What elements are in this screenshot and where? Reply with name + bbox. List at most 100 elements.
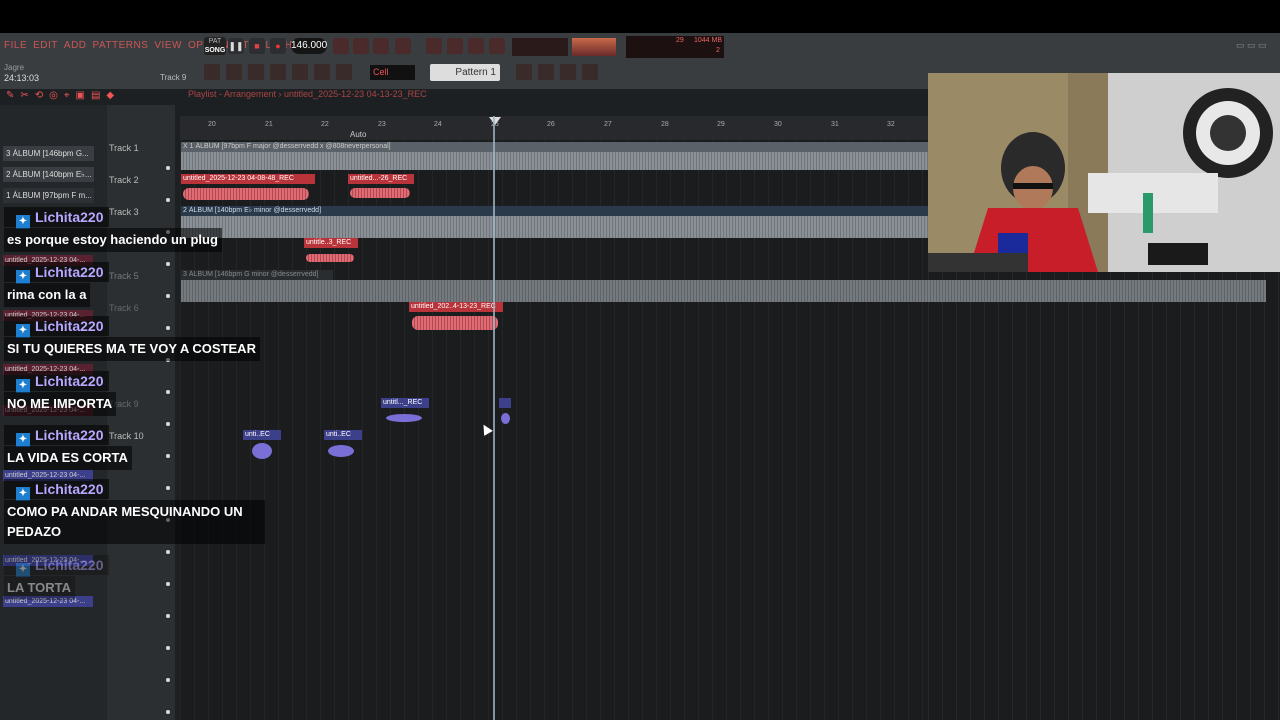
playlist-tools[interactable]: ✎✂⟲◎⌖▣▤◆ (6, 90, 120, 101)
audio-clip-waveform[interactable] (386, 414, 422, 422)
pattern-tool-1[interactable] (516, 64, 532, 80)
audio-clip-label[interactable]: unti..EC (324, 430, 362, 440)
pat-song-toggle[interactable]: PAT SONG (204, 37, 226, 55)
tool-icon-5[interactable] (292, 64, 308, 80)
menu-file[interactable]: FILE (4, 40, 27, 51)
browser-icon[interactable] (489, 38, 505, 54)
tool-icon-4[interactable] (270, 64, 286, 80)
mode-pat-label: PAT (208, 38, 222, 45)
chat-message: es porque estoy haciendo un plug (4, 228, 222, 252)
audio-clip-label[interactable]: untitle..3_REC (304, 238, 358, 248)
chat-username-text: Lichita220 (35, 318, 104, 334)
track-label[interactable]: Track 3 (109, 207, 139, 217)
track-led[interactable] (166, 550, 170, 554)
menu-add[interactable]: ADD (64, 40, 87, 51)
bar-tick: 23 (378, 121, 386, 128)
playhead-line[interactable] (493, 116, 495, 720)
chat-badge-icon: ✦ (16, 379, 30, 393)
audio-clip-waveform[interactable] (252, 443, 272, 459)
audio-clip-label[interactable] (499, 398, 511, 408)
track-label[interactable]: Track 5 (109, 271, 139, 281)
chat-username: ✦ Lichita220 (4, 479, 110, 501)
bar-tick: 22 (321, 121, 329, 128)
audio-clip-label[interactable]: untitled_202..4-13-23_REC (409, 302, 503, 312)
track-led[interactable] (166, 422, 170, 426)
audio-clip-waveform[interactable] (350, 188, 410, 198)
record-button[interactable]: ● (270, 38, 286, 54)
stop-button[interactable]: ■ (249, 38, 265, 54)
countdown-icon[interactable] (373, 38, 389, 54)
pattern-tool-3[interactable] (560, 64, 576, 80)
metronome-icon[interactable] (333, 38, 349, 54)
audio-clip-label[interactable]: untitled...-26_REC (348, 174, 414, 184)
audio-clip-waveform[interactable] (181, 216, 928, 238)
timeline-ruler[interactable] (180, 116, 928, 140)
arrangement-grid-right[interactable] (928, 272, 1280, 720)
track-led[interactable] (166, 454, 170, 458)
track-led[interactable] (166, 614, 170, 618)
audio-clip-waveform[interactable] (181, 152, 928, 170)
audio-clip-label[interactable]: X 1 ÁLBUM [97bpm F major @desserrvedd x … (181, 142, 930, 152)
mixer-icon[interactable] (426, 38, 442, 54)
track-led[interactable] (166, 198, 170, 202)
tempo-display[interactable]: 146.000 (291, 38, 327, 54)
pause-button[interactable]: ❚❚ (228, 38, 244, 54)
wait-input-icon[interactable] (353, 38, 369, 54)
audio-clip-label[interactable]: 2 ÁLBUM [140bpm E♭ minor @desserrvedd] (181, 206, 930, 216)
tool-icon-1[interactable] (204, 64, 220, 80)
audio-clip-waveform[interactable] (412, 316, 498, 330)
track-led[interactable] (166, 294, 170, 298)
audio-clip-label[interactable]: unti..EC (243, 430, 281, 440)
audio-clip-waveform[interactable] (181, 280, 1266, 302)
pattern-tool-4[interactable] (582, 64, 598, 80)
mic-icon[interactable] (336, 64, 352, 80)
chat-username-text: Lichita220 (35, 373, 104, 389)
track-label[interactable]: Track 6 (109, 303, 139, 313)
track-led[interactable] (166, 486, 170, 490)
track-led[interactable] (166, 582, 170, 586)
pattern-selector[interactable]: Pattern 1 (430, 64, 500, 81)
track-led[interactable] (166, 646, 170, 650)
track-led[interactable] (166, 262, 170, 266)
pattern-tool-2[interactable] (538, 64, 554, 80)
menu-patterns[interactable]: PATTERNS (93, 40, 149, 51)
audio-clip-waveform[interactable] (501, 413, 510, 424)
track-led[interactable] (166, 390, 170, 394)
window-controls[interactable]: ▭ ▭ ▭ (1236, 40, 1267, 51)
album-item-3[interactable]: 3 ÁLBUM [146bpm G... (3, 146, 94, 161)
loop-record-icon[interactable] (395, 38, 411, 54)
track-label[interactable]: Track 1 (109, 143, 139, 153)
bar-tick: 24 (434, 121, 442, 128)
chat-badge-icon: ✦ (16, 487, 30, 501)
menu-view[interactable]: VIEW (154, 40, 182, 51)
chat-message: LA TORTA (4, 576, 76, 600)
tool-icon-2[interactable] (226, 64, 242, 80)
track-hint: Track 9 (160, 73, 187, 82)
album-item-1[interactable]: 1 ÁLBUM [97bpm F m... (3, 188, 94, 203)
snap-select[interactable]: Cell (370, 65, 415, 80)
mode-song-label: SONG (204, 47, 226, 54)
tool-icon-6[interactable] (314, 64, 330, 80)
audio-clip-label[interactable]: untitl..._REC (381, 398, 429, 408)
track-led[interactable] (166, 710, 170, 714)
album-item-2[interactable]: 2 ÁLBUM [140bpm E♭... (3, 167, 94, 182)
audio-clip-label[interactable]: untitled_2025-12-23 04-08-48_REC (181, 174, 315, 184)
channel-rack-icon[interactable] (447, 38, 463, 54)
track-led[interactable] (166, 326, 170, 330)
bar-tick: 32 (887, 121, 895, 128)
tool-icon-3[interactable] (248, 64, 264, 80)
bar-tick: 26 (547, 121, 555, 128)
track-label[interactable]: Track 2 (109, 175, 139, 185)
chat-username-text: Lichita220 (35, 557, 104, 573)
track-label[interactable]: Track 10 (109, 431, 144, 441)
audio-clip-waveform[interactable] (183, 188, 309, 200)
playhead-marker-icon[interactable] (489, 117, 501, 125)
audio-clip-waveform[interactable] (328, 445, 354, 457)
chat-badge-icon: ✦ (16, 215, 30, 229)
track-led[interactable] (166, 166, 170, 170)
piano-roll-icon[interactable] (468, 38, 484, 54)
audio-clip-waveform[interactable] (306, 254, 354, 262)
menu-edit[interactable]: EDIT (33, 40, 58, 51)
audio-clip-label[interactable]: 3 ÁLBUM [146bpm G minor @desserrvedd] (181, 270, 333, 280)
track-led[interactable] (166, 678, 170, 682)
